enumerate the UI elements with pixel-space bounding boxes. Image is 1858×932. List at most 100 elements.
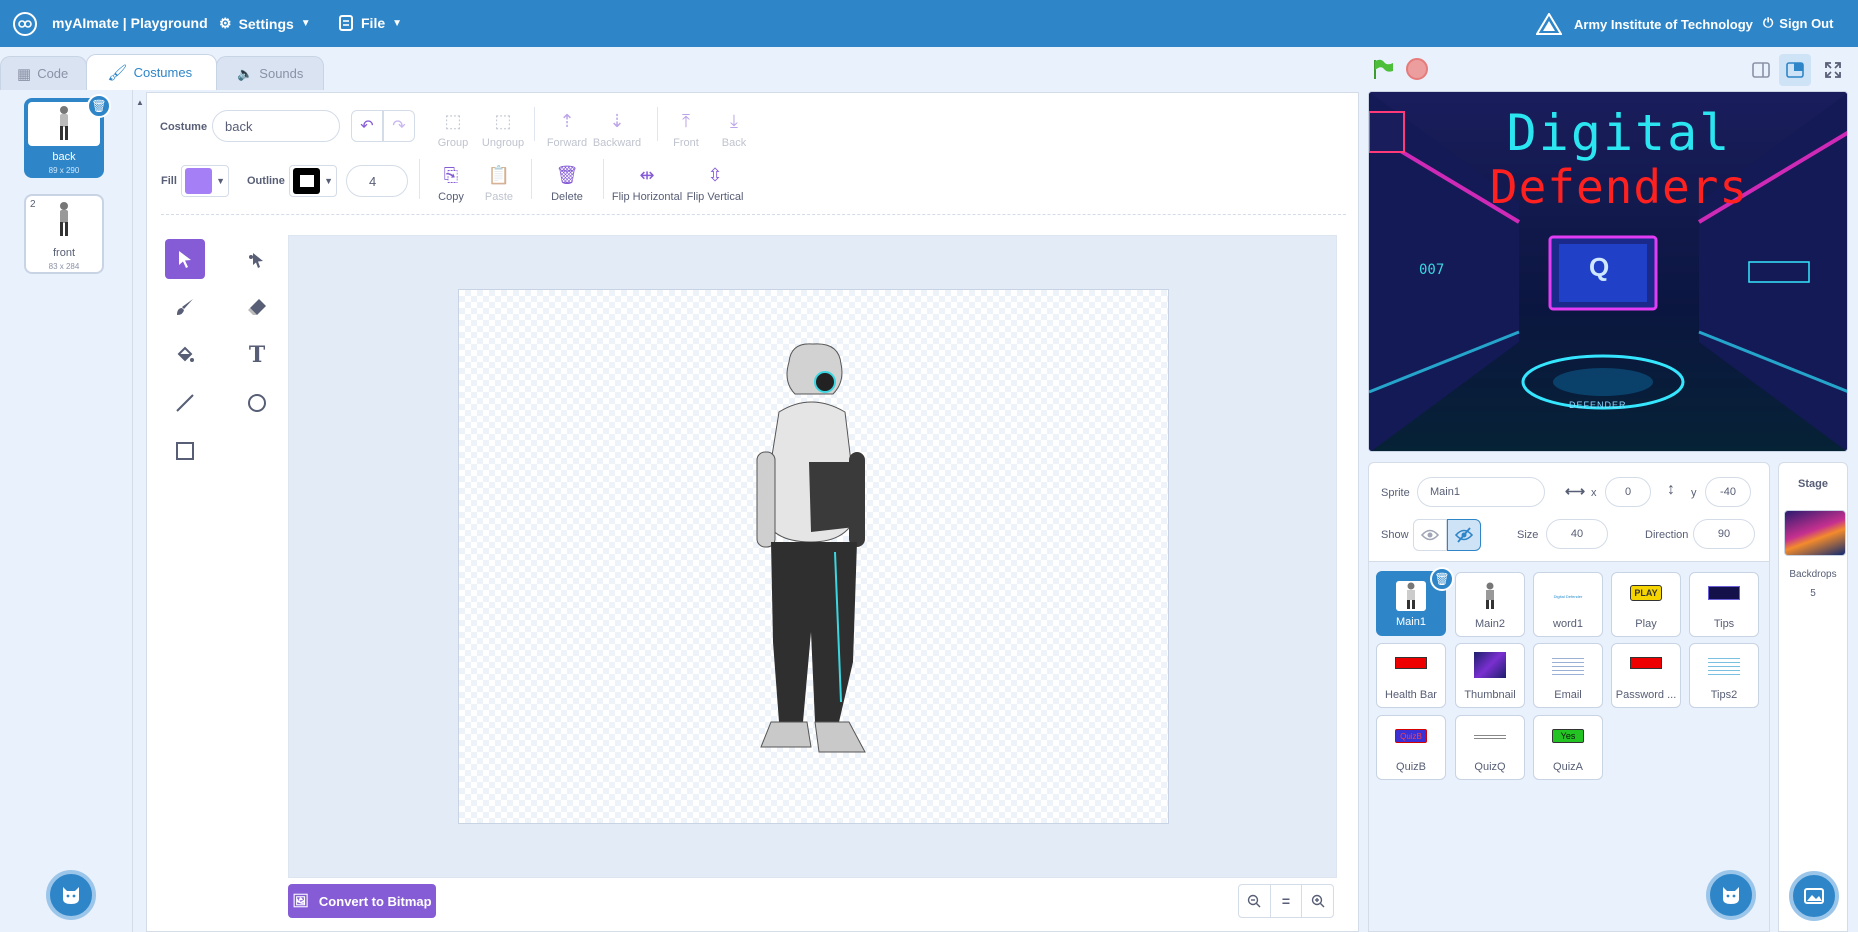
tab-costumes[interactable]: 🖌 Costumes bbox=[86, 54, 218, 90]
flip-vertical-button[interactable]: ⇳ Flip Vertical bbox=[681, 165, 749, 203]
y-input[interactable]: -40 bbox=[1705, 477, 1751, 507]
sprite-name: Main2 bbox=[1475, 618, 1505, 630]
stage-thumbnail[interactable] bbox=[1784, 510, 1846, 556]
stage-selector[interactable]: Stage Backdrops 5 bbox=[1778, 462, 1848, 932]
circle-tool[interactable] bbox=[237, 383, 277, 423]
brush-icon: 🖌 bbox=[107, 64, 128, 82]
sprite-item-email[interactable]: Email bbox=[1533, 643, 1603, 708]
delete-sprite-icon[interactable]: 🗑 bbox=[1430, 567, 1454, 591]
direction-input[interactable]: 90 bbox=[1693, 519, 1755, 549]
costume-name-input[interactable]: back bbox=[212, 110, 340, 142]
sprite-thumbnail bbox=[1475, 581, 1505, 611]
costume-label: Costume bbox=[160, 121, 208, 133]
paint-bucket-icon bbox=[177, 346, 194, 362]
fill-color-picker[interactable]: ▼ bbox=[181, 165, 229, 197]
line-icon bbox=[176, 394, 194, 412]
choose-costume-button[interactable] bbox=[46, 870, 96, 920]
show-visible-button[interactable] bbox=[1413, 519, 1447, 551]
artboard[interactable] bbox=[458, 289, 1169, 824]
tab-code[interactable]: ▦ Code bbox=[0, 56, 88, 90]
stage-preview[interactable]: Digital Defenders Q 007 DEFENDER bbox=[1368, 91, 1848, 452]
flip-horizontal-label: Flip Horizontal bbox=[611, 191, 683, 203]
signout-label: Sign Out bbox=[1779, 15, 1834, 31]
select-tool[interactable] bbox=[165, 239, 205, 279]
sprite-item-quiza[interactable]: Yes QuizA bbox=[1533, 715, 1603, 780]
delete-costume-icon[interactable]: 🗑 bbox=[87, 94, 111, 118]
signout-button[interactable]: ⏻ Sign Out bbox=[1763, 15, 1833, 31]
text-tool[interactable]: T bbox=[237, 335, 277, 375]
sprite-info-panel: Sprite Main1 ⟷ x 0 ↕ y -40 Show Size 40 … bbox=[1368, 462, 1770, 562]
costume-character[interactable] bbox=[749, 342, 879, 777]
sprite-thumbnail bbox=[1474, 652, 1506, 678]
tab-sounds[interactable]: 🔈 Sounds bbox=[216, 56, 325, 90]
forward-label: Forward bbox=[546, 137, 588, 149]
fullscreen-button[interactable] bbox=[1817, 54, 1849, 86]
eraser-tool[interactable] bbox=[237, 287, 277, 327]
show-hidden-button[interactable] bbox=[1447, 519, 1481, 551]
org-name: Army Institute of Technology bbox=[1574, 16, 1753, 32]
sprite-item-quizb[interactable]: QuizB QuizB bbox=[1376, 715, 1446, 780]
redo-button[interactable]: ↷ bbox=[383, 110, 415, 142]
back-button[interactable]: ⤓ Back bbox=[700, 111, 768, 149]
reshape-tool[interactable] bbox=[237, 239, 277, 279]
line-tool[interactable] bbox=[165, 383, 205, 423]
file-menu[interactable]: File ▼ bbox=[338, 15, 402, 31]
rectangle-tool[interactable] bbox=[165, 431, 205, 471]
sprite-item-thumbnail[interactable]: Thumbnail bbox=[1455, 643, 1525, 708]
costume-thumbnail bbox=[28, 198, 100, 242]
trash-icon: 🗑 bbox=[555, 165, 579, 185]
small-stage-button[interactable] bbox=[1745, 54, 1777, 86]
app-title[interactable]: myAImate | Playground bbox=[52, 15, 208, 31]
choose-sprite-button[interactable] bbox=[1706, 870, 1756, 920]
costume-list: ▲ 1 back 89 x 290 🗑 2 front 83 x 284 bbox=[0, 90, 144, 932]
stop-icon[interactable] bbox=[1406, 58, 1428, 80]
normal-stage-icon bbox=[1786, 62, 1804, 78]
costume-item-front[interactable]: 2 front 83 x 284 bbox=[24, 194, 104, 274]
sound-icon: 🔈 bbox=[237, 65, 254, 81]
logo-icon[interactable] bbox=[13, 12, 37, 36]
zoom-out-button[interactable] bbox=[1239, 885, 1271, 917]
undo-button[interactable]: ↶ bbox=[351, 110, 383, 142]
scroll-up-arrow[interactable]: ▲ bbox=[136, 98, 144, 107]
fill-tool[interactable] bbox=[165, 335, 205, 375]
sprite-name: Health Bar bbox=[1385, 689, 1437, 701]
backward-button[interactable]: ⇣ Backward bbox=[583, 111, 651, 149]
flip-horizontal-button[interactable]: ⇹ Flip Horizontal bbox=[607, 165, 687, 203]
sprite-item-password[interactable]: Password ... bbox=[1611, 643, 1681, 708]
sprite-item-tips2[interactable]: Tips2 bbox=[1689, 643, 1759, 708]
x-input[interactable]: 0 bbox=[1605, 477, 1651, 507]
cat-icon bbox=[63, 887, 79, 904]
sprite-list: Main1 🗑 Main2 Digital Defender word1 PLA… bbox=[1368, 562, 1770, 932]
convert-to-bitmap-button[interactable]: 🖼 Convert to Bitmap bbox=[288, 884, 436, 918]
zoom-in-button[interactable] bbox=[1302, 885, 1333, 917]
text-icon: T bbox=[248, 342, 266, 368]
outline-color-picker[interactable]: ▼ bbox=[289, 165, 337, 197]
outline-swatch bbox=[293, 168, 321, 194]
sprite-item-word1[interactable]: Digital Defender word1 bbox=[1533, 572, 1603, 637]
size-input[interactable]: 40 bbox=[1546, 519, 1608, 549]
settings-menu[interactable]: ⚙ Settings ▼ bbox=[219, 15, 311, 32]
zoom-reset-button[interactable]: = bbox=[1271, 885, 1303, 917]
copy-label: Copy bbox=[438, 191, 464, 203]
normal-stage-button[interactable] bbox=[1779, 54, 1811, 86]
sprite-item-health-bar[interactable]: Health Bar bbox=[1376, 643, 1446, 708]
sprite-name-input[interactable]: Main1 bbox=[1417, 477, 1545, 507]
green-flag-icon[interactable] bbox=[1372, 58, 1394, 83]
sprite-item-quizq[interactable]: QuizQ bbox=[1455, 715, 1525, 780]
stage-label: Stage bbox=[1798, 478, 1828, 490]
paste-button[interactable]: 📋 Paste bbox=[465, 165, 533, 203]
delete-button[interactable]: 🗑 Delete bbox=[533, 165, 601, 203]
sprite-name: Tips bbox=[1713, 618, 1735, 630]
org-info: Army Institute of Technology bbox=[1536, 13, 1753, 35]
quizb-thumb-text: QuizB bbox=[1400, 731, 1422, 741]
sprite-item-tips[interactable]: Tips bbox=[1689, 572, 1759, 637]
caret-down-icon: ▼ bbox=[216, 176, 225, 186]
brush-tool[interactable] bbox=[165, 287, 205, 327]
sprite-item-main2[interactable]: Main2 bbox=[1455, 572, 1525, 637]
ungroup-button[interactable]: ⬚ Ungroup bbox=[469, 111, 537, 149]
sprite-thumbnail bbox=[1708, 586, 1740, 600]
sprite-item-play[interactable]: PLAY Play bbox=[1611, 572, 1681, 637]
outline-width-input[interactable]: 4 bbox=[346, 165, 408, 197]
fill-label: Fill bbox=[161, 175, 177, 187]
choose-backdrop-button[interactable] bbox=[1789, 871, 1839, 921]
